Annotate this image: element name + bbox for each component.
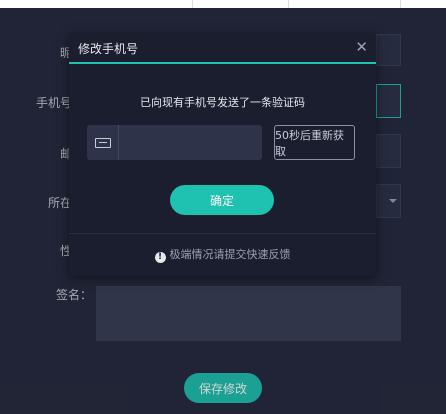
close-icon[interactable]: ✕ xyxy=(355,38,368,56)
dialog-header: 修改手机号 ✕ xyxy=(69,34,376,64)
warning-icon: ! xyxy=(154,252,166,263)
verification-code-field xyxy=(87,125,262,160)
code-icon-cell xyxy=(87,125,119,160)
dialog-title: 修改手机号 xyxy=(78,42,139,56)
email-input[interactable] xyxy=(376,134,401,168)
nickname-input[interactable] xyxy=(376,34,401,66)
change-phone-dialog: 修改手机号 ✕ 已向现有手机号发送了一条验证码 50秒后重新获取 确定 ! 极端情… xyxy=(69,34,376,276)
feedback-link-text: 极端情况请提交快速反馈 xyxy=(169,248,291,261)
signature-textarea[interactable] xyxy=(96,286,401,341)
confirm-button[interactable]: 确定 xyxy=(170,185,274,215)
chevron-down-icon xyxy=(389,199,397,203)
feedback-link[interactable]: ! 极端情况请提交快速反馈 xyxy=(69,246,376,263)
top-strip-divider xyxy=(400,0,401,8)
host-top-strip xyxy=(0,0,446,8)
phone-label: 手机号 xyxy=(35,96,72,110)
verification-code-input[interactable] xyxy=(119,125,259,160)
signature-label: 签名： xyxy=(55,288,92,302)
top-strip-divider xyxy=(288,0,289,8)
top-strip-divider xyxy=(192,0,193,8)
sms-sent-message: 已向现有手机号发送了一条验证码 xyxy=(140,96,305,109)
phone-input[interactable] xyxy=(376,84,401,118)
keyboard-icon xyxy=(94,137,111,148)
location-label: 所在 xyxy=(47,196,72,210)
dialog-divider xyxy=(69,233,376,234)
save-button[interactable]: 保存修改 xyxy=(184,373,262,403)
resend-code-button[interactable]: 50秒后重新获取 xyxy=(274,125,355,160)
